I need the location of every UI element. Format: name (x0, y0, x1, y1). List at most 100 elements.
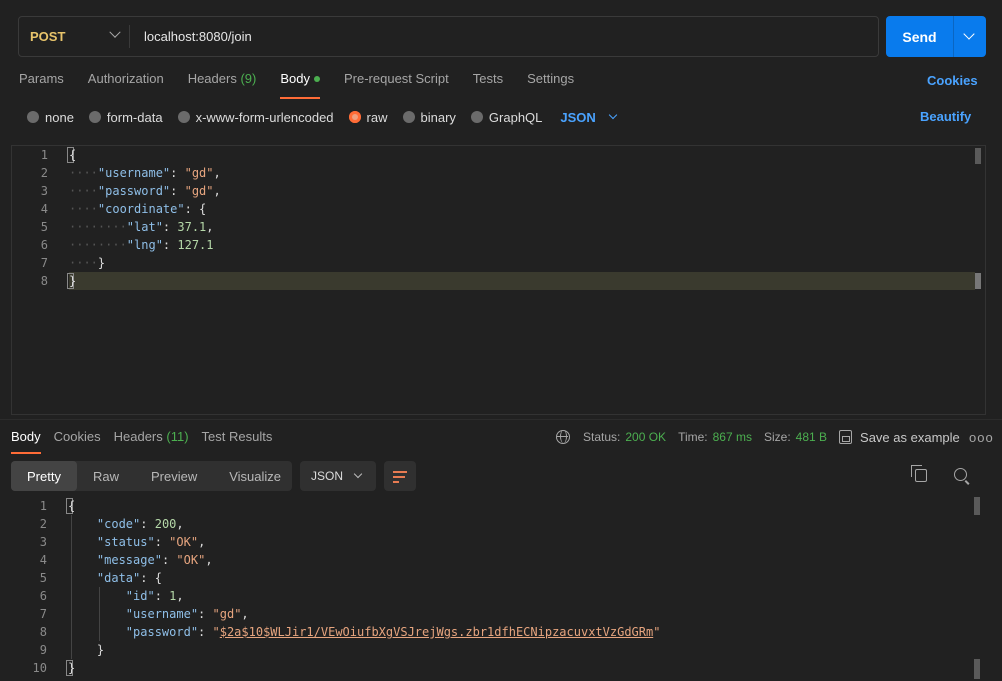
more-options-icon[interactable]: ooo (969, 430, 994, 445)
radio-binary[interactable]: binary (402, 109, 456, 125)
tab-raw[interactable]: Raw (77, 461, 135, 491)
radio-icon (470, 111, 483, 123)
code-text: "id": 1, (125, 589, 184, 603)
wrap-lines-button[interactable] (384, 461, 416, 491)
status-label: Status: (583, 430, 621, 444)
json-value: gd (219, 607, 235, 621)
code-line: 7 "username": "gd", (11, 605, 971, 623)
json-value: OK (176, 535, 191, 549)
code-line: 1{ (12, 146, 972, 164)
scrollbar[interactable] (974, 497, 980, 515)
time-info[interactable]: Time: 867 ms (678, 430, 752, 444)
code-text: { (68, 499, 76, 513)
tab-pretty[interactable]: Pretty (11, 461, 77, 491)
request-bar: POST localhost:8080/join (18, 16, 879, 57)
radio-form-data[interactable]: form-data (88, 109, 163, 125)
method-select[interactable]: POST (19, 17, 131, 56)
send-button[interactable]: Send (886, 16, 986, 57)
url-input[interactable]: localhost:8080/join (144, 17, 252, 56)
line-number: 2 (40, 166, 48, 180)
radio-raw[interactable]: raw (348, 109, 388, 125)
tab-settings[interactable]: Settings (527, 71, 574, 97)
tab-params[interactable]: Params (19, 71, 64, 97)
time-value: 867 ms (712, 430, 752, 444)
code-line: 4 ····"coordinate": { (12, 200, 972, 218)
cookies-link[interactable]: Cookies (927, 73, 978, 88)
view-mode-tabs: Pretty Raw Preview Visualize (11, 461, 292, 491)
line-number: 4 (40, 202, 48, 216)
response-format-select[interactable]: JSON (300, 461, 376, 491)
line-number: 4 (39, 553, 47, 567)
code-text: "message": "OK", (96, 553, 213, 567)
language-select[interactable]: JSON (560, 110, 618, 125)
tab-headers[interactable]: Headers (9) (188, 71, 257, 97)
code-text: } (68, 643, 105, 657)
radio-graphql[interactable]: GraphQL (470, 110, 542, 125)
request-tabs: Params Authorization Headers (9) Body Pr… (19, 71, 598, 99)
code-line: 7 ····} (12, 254, 972, 272)
tab-visualize[interactable]: Visualize (213, 461, 297, 491)
line-number: 7 (40, 256, 48, 270)
tab-label: Headers (187, 71, 237, 86)
tab-label: Pre-request Script (343, 71, 449, 86)
radio-label: raw (366, 109, 388, 125)
line-number: 3 (40, 184, 48, 198)
radio-label: x-www-form-urlencoded (195, 109, 334, 125)
request-body-editor[interactable]: 1{ 2 ····"username": "gd", 3 ····"password… (11, 145, 986, 415)
line-number: 5 (39, 571, 47, 585)
code-line: 8 "password": "$2a$10$WLJir1/VEwOiufbXgV… (11, 623, 971, 641)
radio-label: binary (420, 109, 456, 125)
line-number: 10 (32, 661, 47, 675)
line-number: 1 (40, 148, 48, 162)
tab-response-headers[interactable]: Headers (11) (114, 429, 189, 451)
scrollbar-thumb[interactable] (975, 273, 981, 289)
save-as-example-button[interactable]: Save as example (839, 430, 960, 445)
method-label: POST (30, 29, 66, 44)
scrollbar-thumb[interactable] (974, 659, 980, 679)
radio-none[interactable]: none (27, 110, 74, 125)
scrollbar[interactable] (975, 148, 981, 164)
code-line: 6 "id": 1, (11, 587, 971, 605)
headers-count: (11) (166, 429, 189, 444)
code-text: "username": "gd", (125, 607, 249, 621)
pane-divider[interactable] (0, 419, 1002, 420)
tab-label: Authorization (87, 71, 164, 86)
radio-label: none (45, 109, 74, 125)
status-info[interactable]: Status: 200 OK (583, 430, 666, 444)
chevron-down-icon[interactable] (963, 28, 975, 40)
tab-test-results[interactable]: Test Results (202, 429, 273, 451)
line-number: 8 (39, 625, 47, 639)
tab-body[interactable]: Body (280, 71, 320, 99)
beautify-button[interactable]: Beautify (920, 109, 971, 124)
radio-label: form-data (106, 109, 163, 125)
tab-authorization[interactable]: Authorization (88, 71, 164, 97)
code-line: 6 ········"lng": 127.1 (12, 236, 972, 254)
line-number: 1 (39, 499, 47, 513)
size-value: 481 B (795, 430, 828, 444)
code-line: 3 "status": "OK", (11, 533, 971, 551)
code-text: "code": 200, (96, 517, 184, 531)
tab-tests[interactable]: Tests (473, 71, 503, 97)
code-text: "data": { (96, 571, 162, 585)
wrap-icon-line (393, 481, 399, 483)
line-number: 3 (39, 535, 47, 549)
tab-pre-request-script[interactable]: Pre-request Script (344, 71, 449, 97)
chevron-down-icon (608, 110, 618, 120)
copy-icon[interactable] (911, 465, 927, 482)
radio-x-www-form-urlencoded[interactable]: x-www-form-urlencoded (177, 109, 334, 125)
code-line: 5 "data": { (11, 569, 971, 587)
password-hash-value[interactable]: $2a$10$WLJir1/VEwOiufbXgVSJrejWgs.zbr1df… (220, 625, 653, 639)
tab-label: Settings (527, 71, 575, 86)
tab-response-cookies[interactable]: Cookies (54, 429, 101, 451)
code-text: } (69, 274, 77, 288)
search-icon[interactable] (954, 468, 967, 481)
size-info[interactable]: Size: 481 B (764, 430, 827, 444)
globe-icon[interactable] (556, 430, 570, 444)
tab-label: Headers (113, 429, 163, 444)
tab-response-body[interactable]: Body (11, 429, 41, 454)
tab-label: Tests (472, 71, 504, 86)
code-line: 1{ (11, 497, 971, 515)
response-body-viewer[interactable]: 1{ 2 "code": 200, 3 "status": "OK", 4 "m… (11, 497, 986, 681)
tab-preview[interactable]: Preview (135, 461, 213, 491)
headers-count: (9) (240, 71, 257, 86)
